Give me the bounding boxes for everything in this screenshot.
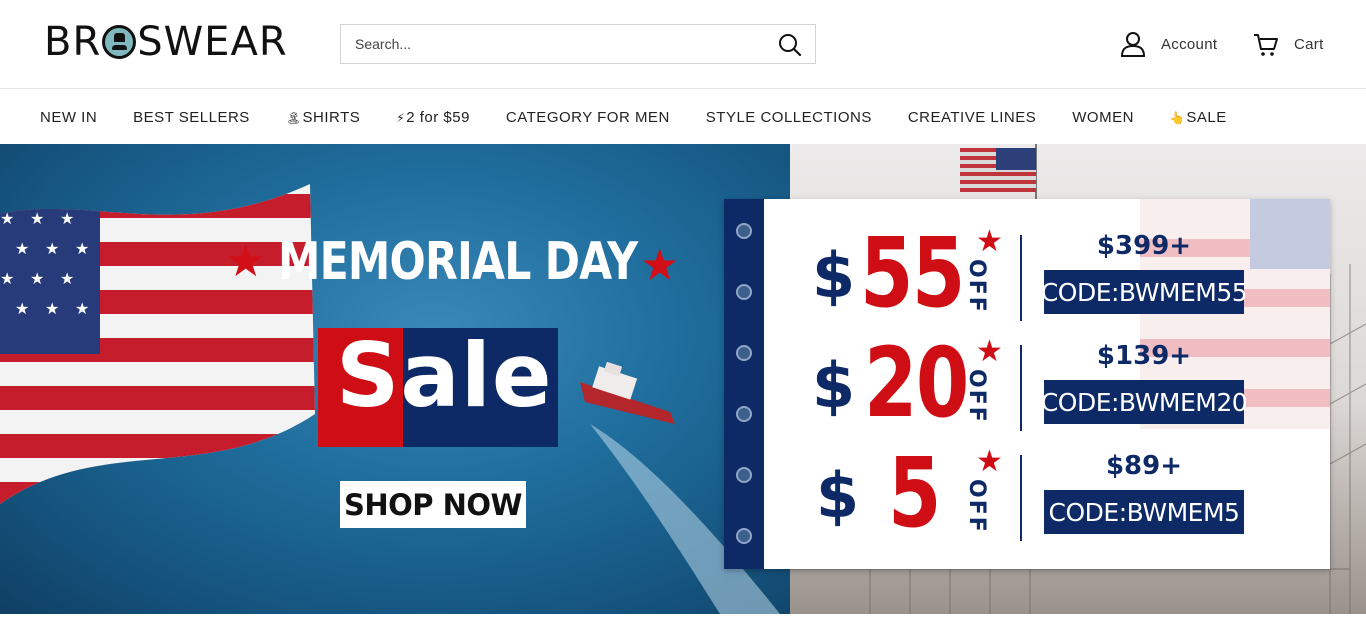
offer-amount: 5 <box>888 437 941 549</box>
nav-label: WOMEN <box>1072 108 1134 126</box>
nav-item-women[interactable]: WOMEN <box>1072 109 1134 126</box>
nav-label: CREATIVE LINES <box>907 108 1037 126</box>
offer-off: OFF <box>964 259 989 314</box>
svg-text:★: ★ <box>15 239 29 258</box>
nav-label: 2 for $59 <box>406 108 470 126</box>
offer-currency: $ <box>816 459 860 532</box>
offer-code: CODE:BWMEM55 <box>1041 270 1248 314</box>
coupon-card: $ 55 ★ OFF $399+ CODE:BWMEM55 $ 20 ★ OFF… <box>724 199 1330 569</box>
svg-text:★: ★ <box>0 269 14 288</box>
nav-item-creative-lines[interactable]: CREATIVE LINES <box>908 109 1036 126</box>
offer-threshold: $89+ <box>1105 451 1183 481</box>
cart-link[interactable]: Cart <box>1252 30 1324 58</box>
coupon-hole <box>736 467 752 483</box>
svg-text:★: ★ <box>0 209 14 228</box>
logo-text-br: BR <box>44 19 102 65</box>
offer-row: $ 5 ★ OFF $89+ CODE:BWMEM5 <box>764 437 1330 551</box>
nav-item-best-sellers[interactable]: BEST SELLERS <box>133 109 250 126</box>
offer-divider <box>1020 345 1022 431</box>
sale-word: Sale <box>336 324 553 427</box>
svg-text:★: ★ <box>75 299 89 318</box>
pointing-hand-icon: 👆 <box>1169 110 1186 125</box>
nav-item-2-for-59[interactable]: ⚡2 for $59 <box>396 109 470 126</box>
search-bar <box>340 24 816 64</box>
offer-code: CODE:BWMEM5 <box>1044 490 1244 534</box>
account-link[interactable]: Account <box>1119 30 1217 58</box>
logo-text-swear: SWEAR <box>137 19 288 65</box>
hero-banner[interactable]: ★ ★ ★ ★ ★ ★ ★ ★ ★ ★ ★ ★ ★ MEMORIAL DAY ★ Sale SH… <box>0 144 1366 614</box>
search-icon[interactable] <box>777 32 803 58</box>
red-star-icon: ★ <box>226 237 266 286</box>
nav-label: BEST SELLERS <box>133 108 250 126</box>
nav-list: NEW IN BEST SELLERS 🏝SHIRTS ⚡2 for $59 C… <box>0 89 1366 145</box>
offer-divider <box>1020 235 1022 321</box>
offer-threshold: $139+ <box>1096 341 1192 371</box>
nav-item-style-collections[interactable]: STYLE COLLECTIONS <box>706 109 872 126</box>
offer-row: $ 20 ★ OFF $139+ CODE:BWMEM20 <box>764 327 1330 441</box>
nav-label: SALE <box>1186 108 1227 126</box>
offer-off: OFF <box>964 369 989 424</box>
offer-amount: 20 <box>864 327 969 439</box>
offer-row: $ 55 ★ OFF $399+ CODE:BWMEM55 <box>764 217 1330 331</box>
offer-code: CODE:BWMEM20 <box>1041 380 1248 424</box>
small-us-flag <box>960 148 1036 192</box>
cart-icon <box>1254 34 1278 56</box>
hero-title: MEMORIAL DAY <box>278 232 638 292</box>
account-label: Account <box>1161 35 1218 53</box>
cart-label: Cart <box>1294 35 1324 53</box>
site-logo[interactable]: BR SWEAR <box>44 19 288 65</box>
logo-mustache-icon <box>102 25 137 59</box>
coupon-hole <box>736 528 752 544</box>
offer-amount: 55 <box>860 217 965 329</box>
svg-text:★: ★ <box>60 269 74 288</box>
svg-text:★: ★ <box>45 239 59 258</box>
site-header: BR SWEAR Account Cart <box>0 0 1366 88</box>
search-input[interactable] <box>341 25 761 63</box>
nav-label: CATEGORY FOR MEN <box>505 108 670 126</box>
boat <box>580 362 675 424</box>
svg-text:★: ★ <box>45 299 59 318</box>
waving-us-flag: ★ ★ ★ ★ ★ ★ ★ ★ ★ ★ ★ ★ <box>0 184 315 504</box>
nav-item-sale[interactable]: 👆SALE <box>1170 109 1227 126</box>
palm-tree-icon: 🏝 <box>285 110 302 125</box>
coupon-hole <box>736 406 752 422</box>
coupon-perforated-strip <box>724 199 764 569</box>
coupon-hole <box>736 284 752 300</box>
offer-currency: $ <box>812 239 856 312</box>
red-star-icon: ★ <box>976 445 1003 478</box>
red-star-icon: ★ <box>640 241 680 290</box>
svg-text:★: ★ <box>75 239 89 258</box>
svg-text:★: ★ <box>30 209 44 228</box>
offer-divider <box>1020 455 1022 541</box>
svg-text:★: ★ <box>30 269 44 288</box>
nav-item-category-for-men[interactable]: CATEGORY FOR MEN <box>506 109 670 126</box>
nav-item-shirts[interactable]: 🏝SHIRTS <box>286 109 360 126</box>
red-star-icon: ★ <box>976 335 1003 368</box>
shop-now-button[interactable]: SHOP NOW <box>340 481 526 528</box>
red-star-icon: ★ <box>976 225 1003 258</box>
offer-currency: $ <box>812 349 856 422</box>
nav-label: NEW IN <box>40 108 98 126</box>
offer-off: OFF <box>964 479 989 534</box>
coupon-hole <box>736 223 752 239</box>
offer-threshold: $399+ <box>1096 231 1192 261</box>
svg-text:★: ★ <box>15 299 29 318</box>
user-icon <box>1120 32 1146 57</box>
main-nav: NEW IN BEST SELLERS 🏝SHIRTS ⚡2 for $59 C… <box>0 88 1366 144</box>
svg-text:★: ★ <box>60 209 74 228</box>
lightning-icon: ⚡ <box>396 110 406 125</box>
nav-label: SHIRTS <box>302 108 361 126</box>
coupon-hole <box>736 345 752 361</box>
nav-label: STYLE COLLECTIONS <box>705 108 872 126</box>
nav-item-new-in[interactable]: NEW IN <box>40 109 97 126</box>
